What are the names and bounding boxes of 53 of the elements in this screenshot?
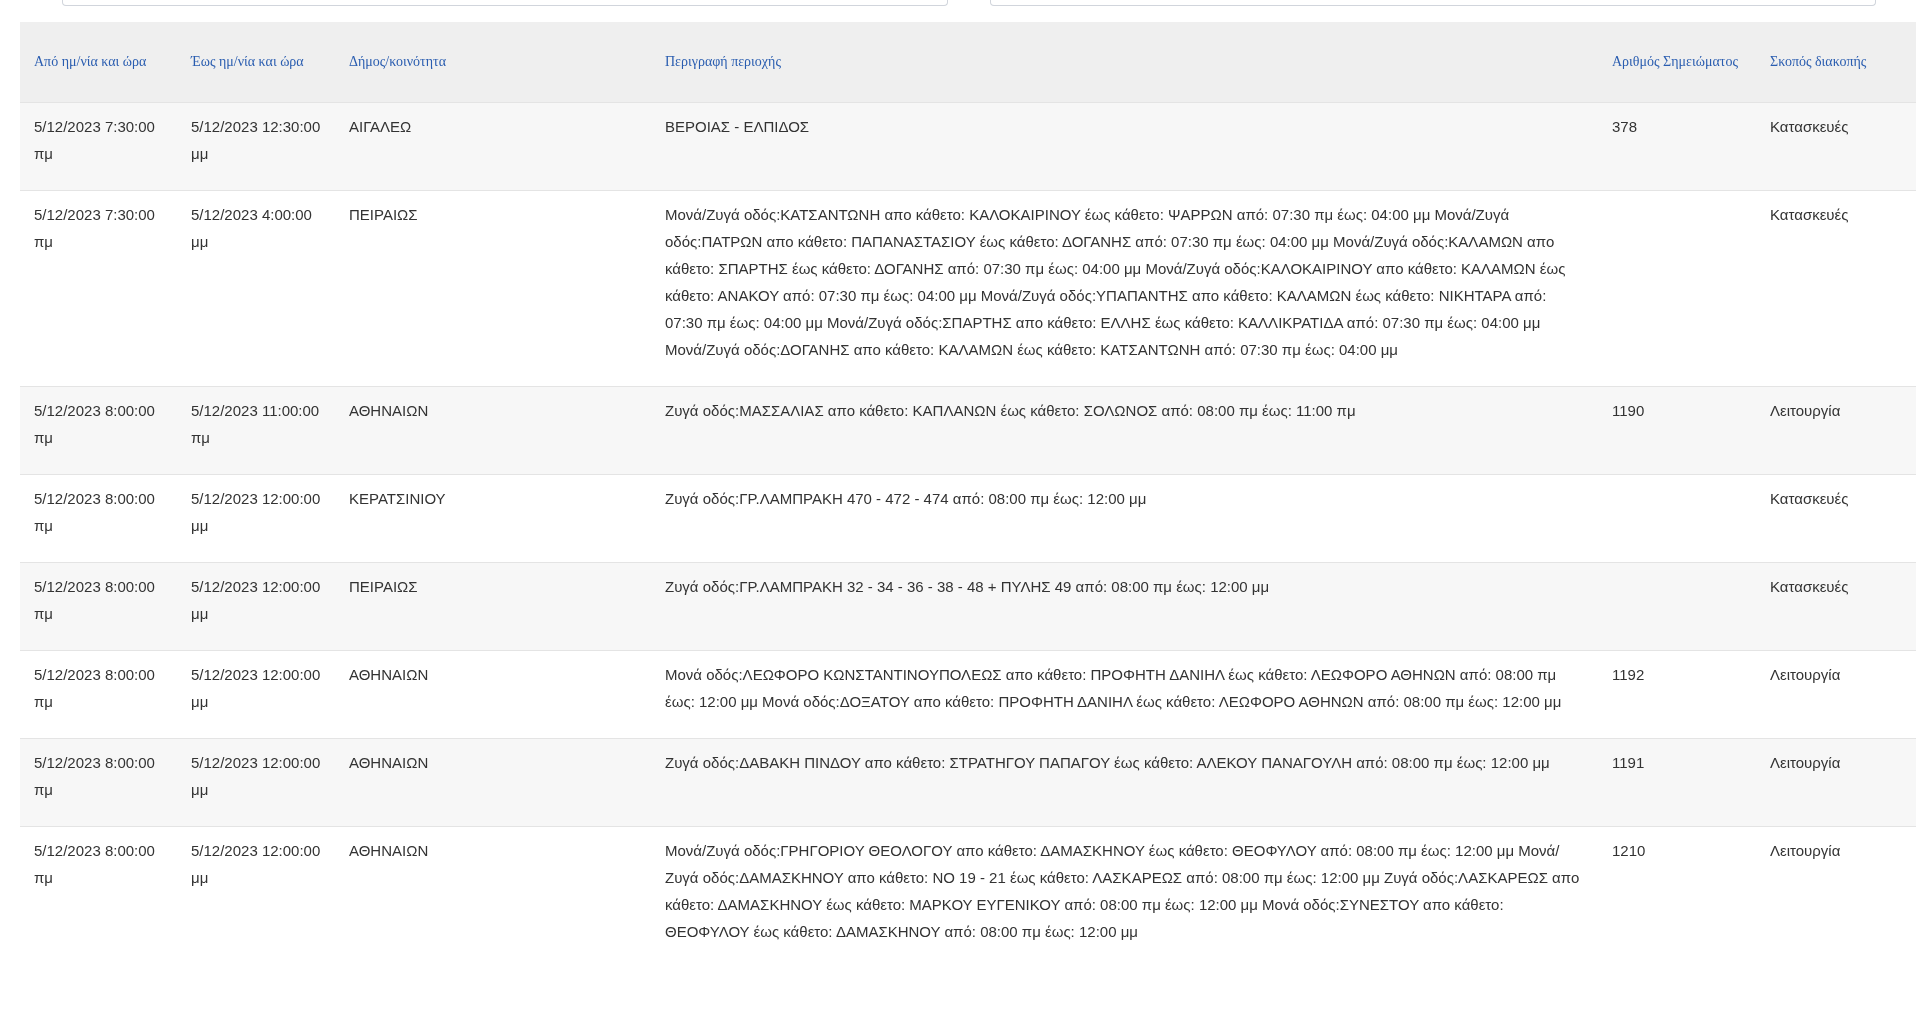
table-cell: 5/12/2023 7:30:00 πμ [34, 205, 155, 250]
table-cell: Κατασκευές [1770, 205, 1849, 223]
table-cell: 5/12/2023 12:00:00 μμ [191, 489, 321, 534]
table-cell: 5/12/2023 8:00:00 πμ [34, 841, 155, 886]
table-cell: Ζυγά οδός:ΜΑΣΣΑΛΙΑΣ απο κάθετο: ΚΑΠΛΑΝΩΝ έως κάθετο: ΣΟΛΩΝΟΣ από: 08:00 πμ έως: 11:00 πμ [665, 401, 1356, 419]
column-header[interactable]: Έως ημ/νία και ώρα [191, 53, 304, 69]
table-cell: Κατασκευές [1770, 489, 1849, 507]
table-cell: 5/12/2023 12:00:00 μμ [191, 753, 321, 798]
input-field[interactable] [990, 0, 1876, 6]
table-cell: 5/12/2023 12:00:00 μμ [191, 841, 321, 886]
table-cell: ΑΘΗΝΑΙΩΝ [349, 401, 429, 419]
table-cell: Ζυγά οδός:ΓΡ.ΛΑΜΠΡΑΚΗ 470 - 472 - 474 από: 08:00 πμ έως: 12:00 μμ [665, 489, 1147, 507]
table-cell: 5/12/2023 12:00:00 μμ [191, 577, 321, 622]
column-header[interactable]: Σκοπός διακοπής [1770, 53, 1867, 69]
table-cell: ΑΙΓΑΛΕΩ [349, 117, 412, 135]
table-cell: Κατασκευές [1770, 577, 1849, 595]
column-header[interactable]: Δήμος/κοινότητα [349, 53, 446, 69]
table-cell: 5/12/2023 8:00:00 πμ [34, 665, 155, 710]
table-cell: ΠΕΙΡΑΙΩΣ [349, 577, 418, 595]
table-cell: 5/12/2023 8:00:00 πμ [34, 577, 155, 622]
table-cell: 1190 [1612, 401, 1645, 419]
column-header[interactable]: Περιγραφή περιοχής [665, 53, 781, 69]
table-cell: Λειτουργία [1770, 841, 1841, 859]
input-field[interactable] [62, 0, 948, 6]
table-cell: 5/12/2023 8:00:00 πμ [34, 489, 155, 534]
table-cell: Λειτουργία [1770, 753, 1841, 771]
table-cell: ΑΘΗΝΑΙΩΝ [349, 753, 429, 771]
table-cell: ΚΕΡΑΤΣΙΝΙΟΥ [349, 489, 446, 507]
table-cell: Κατασκευές [1770, 117, 1849, 135]
table-cell: Μονά οδός:ΛΕΩΦΟΡΟ ΚΩΝΣΤΑΝΤΙΝΟΥΠΟΛΕΩΣ απο κάθετο: ΠΡΟΦΗΤΗ ΔΑΝΙΗΛ έως κάθετο: ΛΕΩΦΟΡΟ ΑΘΗΝΩΝ από: 08:00 πμ έως: 12:00 μμ Μονά οδός:ΔΟΞΑΤΟΥ απο κάθετο: ΠΡΟΦΗΤΗ ΔΑΝΙΗΛ έως κάθετο: ΛΕΩΦΟΡΟ ΑΘΗΝΩΝ από: 08:00 πμ έως: 12:00 μμ [665, 665, 1562, 710]
table-cell: 5/12/2023 8:00:00 πμ [34, 753, 155, 798]
table-cell: Μονά/Ζυγά οδός:ΚΑΤΣΑΝΤΩΝΗ απο κάθετο: ΚΑΛΟΚΑΙΡΙΝΟΥ έως κάθετο: ΨΑΡΡΩΝ από: 07:30 πμ έως: 04:00 μμ Μονά/Ζυγά οδός:ΠΑΤΡΩΝ απο κάθετο: ΠΑΠΑΝΑΣΤΑΣΙΟΥ έως κάθετο: ΔΟΓΑΝΗΣ από: 07:30 πμ έως: 04:00 μμ Μονά/Ζυγά οδός:ΚΑΛΑΜΩΝ απο κάθετο: ΣΠΑΡΤΗΣ έως κάθετο: ΔΟΓΑΝΗΣ από: 07:30 πμ έως: 04:00 μμ Μονά/Ζυγά οδός:ΚΑΛΟΚΑΙΡΙΝΟΥ απο κάθετο: ΚΑΛΑΜΩΝ έως κάθετο: ΑΝΑΚΟΥ από: 07:30 πμ έως: 04:00 μμ Μονά/Ζυγά οδός:ΥΠΑΠΑΝΤΗΣ απο κάθετο: ΚΑΛΑΜΩΝ έως κάθετο: ΝΙΚΗΤΑΡΑ από: 07:30 πμ έως: 04:00 μμ Μονά/Ζυγά οδός:ΣΠΑΡΤΗΣ απο κάθετο: ΕΛΛΗΣ έως κάθετο: ΚΑΛΛΙΚΡΑΤΙΔΑ από: 07:30 πμ έως: 04:00 μμ Μονά/Ζυγά οδός:ΔΟΓΑΝΗΣ απο κάθετο: ΚΑΛΑΜΩΝ έως κάθετο: ΚΑΤΣΑΝΤΩΝΗ από: 07:30 πμ έως: 04:00 μμ [665, 205, 1566, 358]
table-cell: ΑΘΗΝΑΙΩΝ [349, 841, 429, 859]
table-cell: 5/12/2023 8:00:00 πμ [34, 401, 155, 446]
table-cell: Λειτουργία [1770, 401, 1841, 419]
table-cell: 5/12/2023 12:00:00 μμ [191, 665, 321, 710]
table-cell: ΑΘΗΝΑΙΩΝ [349, 665, 429, 683]
table-cell: Ζυγά οδός:ΓΡ.ΛΑΜΠΡΑΚΗ 32 - 34 - 36 - 38 - 48 + ΠΥΛΗΣ 49 από: 08:00 πμ έως: 12:00 μμ [665, 577, 1270, 595]
table-cell: 1210 [1612, 841, 1646, 859]
table-cell: Μονά/Ζυγά οδός:ΓΡΗΓΟΡΙΟΥ ΘΕΟΛΟΓΟΥ απο κάθετο: ΔΑΜΑΣΚΗΝΟΥ έως κάθετο: ΘΕΟΦΥΛΟΥ από: 08:00 πμ έως: 12:00 μμ Μονά/Ζυγά οδός:ΔΑΜΑΣΚΗΝΟΥ απο κάθετο: ΝΟ 19 - 21 έως κάθετο: ΛΑΣΚΑΡΕΩΣ από: 08:00 πμ έως: 12:00 μμ Ζυγά οδός:ΛΑΣΚΑΡΕΩΣ απο κάθετο: ΔΑΜΑΣΚΗΝΟΥ έως κάθετο: ΜΑΡΚΟΥ ΕΥΓΕΝΙΚΟΥ από: 08:00 πμ έως: 12:00 μμ Μονά οδός:ΣΥΝΕΣΤΟΥ απο κάθετο: ΘΕΟΦΥΛΟΥ έως κάθετο: ΔΑΜΑΣΚΗΝΟΥ από: 08:00 πμ έως: 12:00 μμ [665, 841, 1580, 940]
table-cell: 378 [1612, 117, 1638, 135]
table-cell: 5/12/2023 7:30:00 πμ [34, 117, 155, 162]
table-cell: 5/12/2023 11:00:00 πμ [191, 401, 320, 446]
column-header[interactable]: Από ημ/νία και ώρα [34, 53, 147, 69]
column-header[interactable]: Αριθμός Σημειώματος [1612, 53, 1738, 69]
table-cell: 1191 [1612, 753, 1645, 771]
table-cell: ΠΕΙΡΑΙΩΣ [349, 205, 418, 223]
table-cell: 5/12/2023 12:30:00 μμ [191, 117, 321, 162]
table-cell: 1192 [1612, 665, 1645, 683]
table-cell: Ζυγά οδός:ΔΑΒΑΚΗ ΠΙΝΔΟΥ απο κάθετο: ΣΤΡΑΤΗΓΟΥ ΠΑΠΑΓΟΥ έως κάθετο: ΑΛΕΚΟΥ ΠΑΝΑΓΟΥΛΗ από: 08:00 πμ έως: 12:00 μμ [665, 753, 1550, 771]
table-cell: 5/12/2023 4:00:00 μμ [191, 205, 312, 250]
table-cell: ΒΕΡΟΙΑΣ - ΕΛΠΙΔΟΣ [665, 117, 810, 135]
table-cell: Λειτουργία [1770, 665, 1841, 683]
